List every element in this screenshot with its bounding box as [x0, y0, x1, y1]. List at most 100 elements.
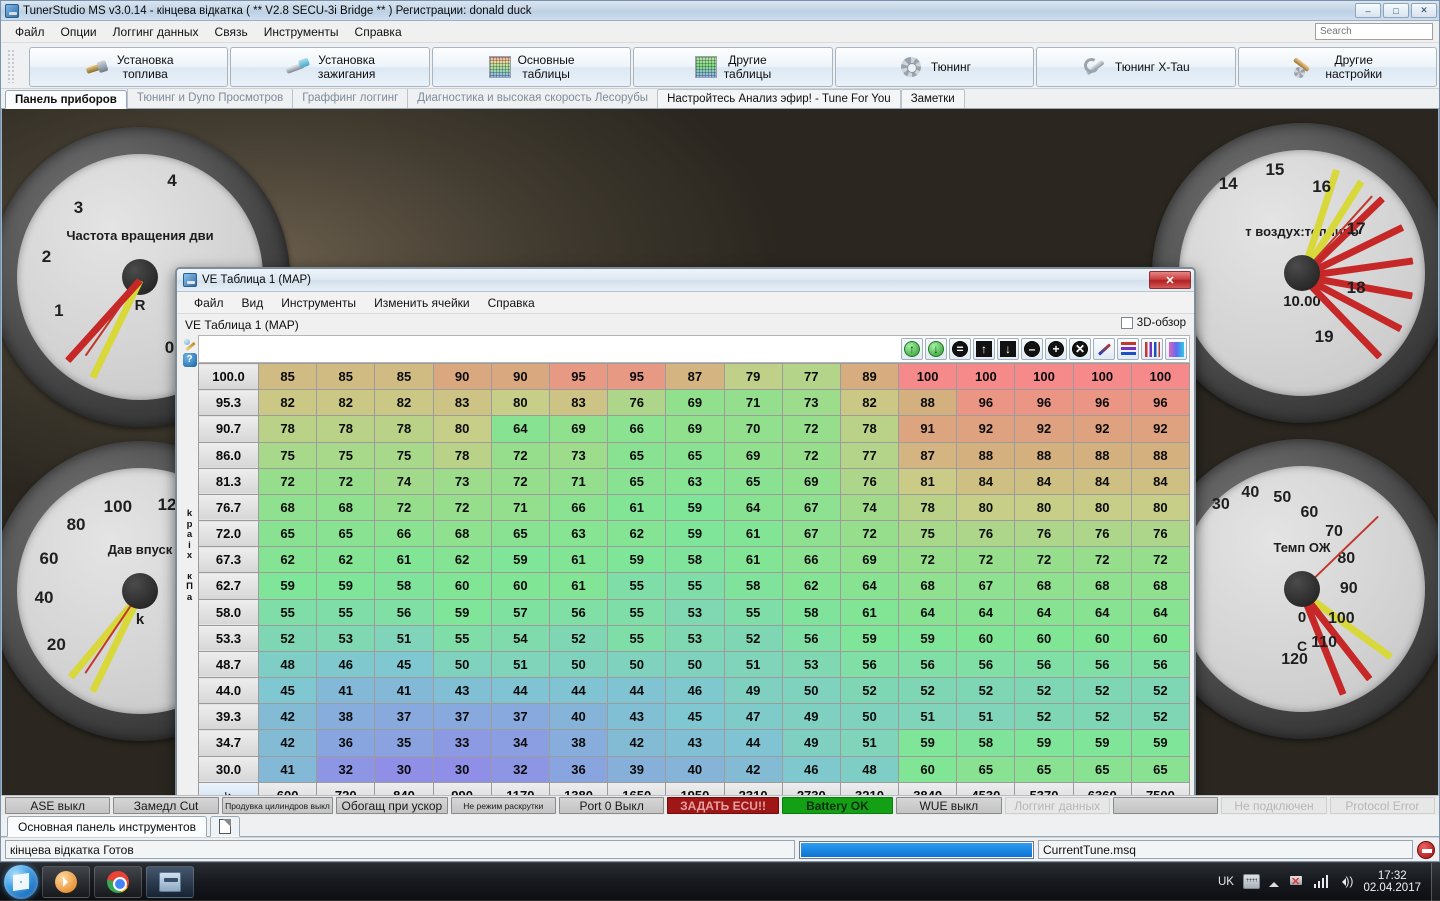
ve-data-cell[interactable]: 62: [432, 546, 492, 574]
ve-xaxis-cell[interactable]: 3210: [839, 781, 900, 795]
ve-data-cell[interactable]: 71: [723, 389, 783, 417]
ve-data-cell[interactable]: 72: [316, 467, 376, 495]
ve-xaxis-cell[interactable]: 2310: [723, 781, 783, 795]
ve-data-cell[interactable]: 52: [956, 677, 1016, 705]
ve-data-cell[interactable]: 76: [956, 520, 1016, 548]
ve-data-cell[interactable]: 56: [956, 650, 1016, 679]
ve-data-cell[interactable]: 46: [665, 677, 725, 705]
ve-data-cell[interactable]: 80: [1130, 493, 1191, 522]
ve-data-cell[interactable]: 52: [1130, 703, 1191, 731]
ve-data-cell[interactable]: 78: [316, 415, 376, 443]
ve-menu-file[interactable]: Файл: [185, 294, 233, 312]
menu-options[interactable]: Опции: [53, 23, 105, 41]
ve-data-cell[interactable]: 66: [548, 493, 609, 522]
ve-data-cell[interactable]: 59: [665, 520, 725, 548]
ve-data-cell[interactable]: 65: [665, 441, 725, 469]
menu-communications[interactable]: Связь: [207, 23, 256, 41]
ve-data-cell[interactable]: 44: [490, 677, 550, 705]
ve-data-cell[interactable]: 58: [665, 546, 725, 574]
ve-data-cell[interactable]: 85: [374, 362, 434, 391]
interpolate-icon[interactable]: [1093, 338, 1115, 360]
ve-data-cell[interactable]: 46: [316, 650, 376, 679]
ve-data-cell[interactable]: 59: [898, 624, 958, 652]
ve-data-cell[interactable]: 62: [781, 572, 841, 600]
ve-data-cell[interactable]: 52: [1072, 677, 1132, 705]
axis-swap-icon[interactable]: ⤷: [198, 781, 259, 795]
ve-data-cell[interactable]: 66: [607, 415, 667, 443]
ve-data-cell[interactable]: 55: [607, 572, 667, 600]
fuel-settings-button[interactable]: Установка топлива: [29, 46, 229, 87]
ve-data-cell[interactable]: 68: [1072, 572, 1132, 600]
ve-data-cell[interactable]: 54: [490, 624, 550, 652]
ve-data-cell[interactable]: 67: [781, 520, 841, 548]
ve-data-cell[interactable]: 96: [1014, 389, 1074, 417]
ve-data-cell[interactable]: 61: [723, 520, 783, 548]
ve-data-cell[interactable]: 53: [665, 598, 725, 626]
volume-icon[interactable]: [1337, 874, 1354, 889]
other-tables-button[interactable]: Другие таблицы: [633, 46, 833, 87]
ve-data-cell[interactable]: 61: [374, 546, 434, 574]
ve-data-cell[interactable]: 50: [665, 650, 725, 679]
ve-data-cell[interactable]: 88: [1130, 441, 1191, 469]
ve-data-cell[interactable]: 41: [257, 755, 318, 783]
ve-data-cell[interactable]: 100: [898, 362, 958, 391]
ve-data-cell[interactable]: 47: [723, 703, 783, 731]
ve-data-cell[interactable]: 56: [1130, 650, 1191, 679]
ve-yaxis-cell[interactable]: 67.3: [198, 546, 259, 574]
ve-data-cell[interactable]: 80: [490, 389, 550, 417]
ve-data-cell[interactable]: 67: [956, 572, 1016, 600]
ve-xaxis-cell[interactable]: 1650: [607, 781, 667, 795]
ve-data-cell[interactable]: 37: [374, 703, 434, 731]
ve-data-cell[interactable]: 96: [956, 389, 1016, 417]
tuning-xtau-button[interactable]: Тюнинг X-Tau: [1036, 46, 1236, 87]
ve-data-cell[interactable]: 78: [432, 441, 492, 469]
language-indicator[interactable]: UK: [1218, 876, 1234, 888]
ve-data-cell[interactable]: 68: [432, 520, 492, 548]
ve-data-cell[interactable]: 82: [374, 389, 434, 417]
ve-data-cell[interactable]: 52: [257, 624, 318, 652]
ve-data-cell[interactable]: 61: [839, 598, 900, 626]
ve-xaxis-cell[interactable]: 6360: [1072, 781, 1132, 795]
ve-data-cell[interactable]: 44: [548, 677, 609, 705]
ve-data-cell[interactable]: 76: [1072, 520, 1132, 548]
ve-xaxis-cell[interactable]: 7500: [1130, 781, 1191, 795]
tab-notes[interactable]: Заметки: [900, 89, 965, 108]
start-button[interactable]: [4, 864, 38, 899]
arrow-down-green-icon[interactable]: ↓: [925, 338, 947, 360]
ve-data-cell[interactable]: 57: [490, 598, 550, 626]
ve-data-cell[interactable]: 72: [374, 493, 434, 522]
ve-data-cell[interactable]: 64: [490, 415, 550, 443]
ve-data-cell[interactable]: 51: [839, 729, 900, 757]
ve-data-cell[interactable]: 56: [374, 598, 434, 626]
ve-data-cell[interactable]: 88: [956, 441, 1016, 469]
ve-data-cell[interactable]: 59: [665, 493, 725, 522]
ve-data-cell[interactable]: 42: [607, 729, 667, 757]
ve-data-cell[interactable]: 61: [607, 493, 667, 522]
ve-data-cell[interactable]: 88: [1072, 441, 1132, 469]
ve-data-cell[interactable]: 72: [490, 467, 550, 495]
ve-data-cell[interactable]: 52: [1014, 677, 1074, 705]
ve-data-cell[interactable]: 72: [490, 441, 550, 469]
ve-data-cell[interactable]: 53: [665, 624, 725, 652]
ve-data-cell[interactable]: 69: [839, 546, 900, 574]
ve-data-cell[interactable]: 89: [839, 362, 900, 391]
ve-xaxis-cell[interactable]: 1380: [548, 781, 609, 795]
ve-data-cell[interactable]: 64: [1014, 598, 1074, 626]
taskbar-tunerstudio[interactable]: [146, 865, 194, 898]
ve-data-cell[interactable]: 75: [898, 520, 958, 548]
ve-data-cell[interactable]: 50: [432, 650, 492, 679]
ve-data-cell[interactable]: 64: [839, 572, 900, 600]
ve-data-cell[interactable]: 69: [548, 415, 609, 443]
ve-data-cell[interactable]: 68: [1130, 572, 1191, 600]
close-button[interactable]: ✕: [1411, 3, 1437, 18]
ve-data-cell[interactable]: 80: [1014, 493, 1074, 522]
ve-data-cell[interactable]: 65: [1130, 755, 1191, 783]
ve-data-cell[interactable]: 42: [257, 729, 318, 757]
ve-data-cell[interactable]: 52: [1072, 703, 1132, 731]
ve-data-cell[interactable]: 30: [374, 755, 434, 783]
ve-data-cell[interactable]: 38: [548, 729, 609, 757]
basic-tables-button[interactable]: Основные таблицы: [431, 46, 632, 87]
ve-data-cell[interactable]: 68: [1014, 572, 1074, 600]
ve-data-cell[interactable]: 38: [316, 703, 376, 731]
ve-data-cell[interactable]: 64: [1072, 598, 1132, 626]
